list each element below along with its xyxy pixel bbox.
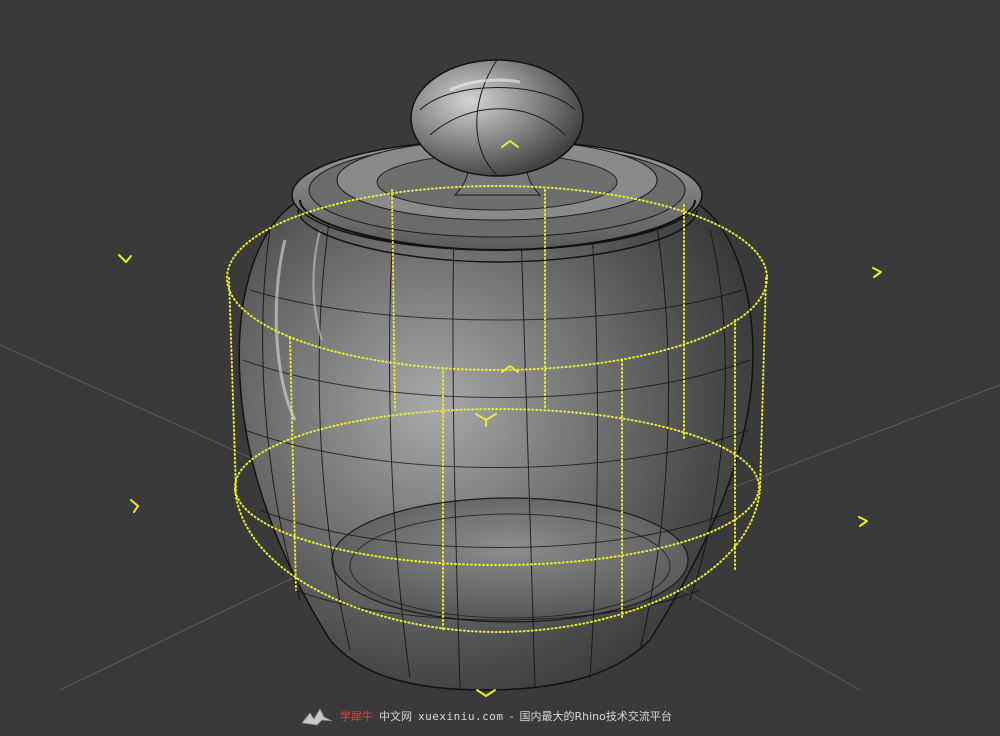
cage-edge[interactable]	[228, 277, 237, 491]
control-point-arrow-icon[interactable]	[118, 254, 132, 263]
jar-model[interactable]	[238, 59, 754, 691]
watermark: 学犀牛 中文网 xuexiniu.com - 国内最大的Rhino技术交流平台	[300, 704, 672, 728]
cage-edge[interactable]	[759, 277, 767, 491]
rhino-perspective-viewport[interactable]	[0, 0, 1000, 736]
control-point-arrow-icon[interactable]	[858, 516, 868, 527]
control-point-arrow-icon[interactable]	[476, 689, 496, 697]
watermark-dash: -	[509, 709, 514, 723]
grid-axis-line	[59, 559, 331, 691]
control-point-arrow-icon[interactable]	[130, 499, 139, 513]
control-point-arrow-icon[interactable]	[872, 267, 882, 278]
watermark-brand-suffix: 中文网	[379, 710, 412, 723]
watermark-slogan: 国内最大的Rhino技术交流平台	[519, 710, 672, 723]
watermark-site: xuexiniu.com	[418, 709, 504, 723]
jar-base-ring	[331, 497, 689, 623]
watermark-brand: 学犀牛	[340, 710, 373, 723]
crane-logo-icon	[301, 708, 333, 726]
lid-knob[interactable]	[410, 59, 584, 177]
